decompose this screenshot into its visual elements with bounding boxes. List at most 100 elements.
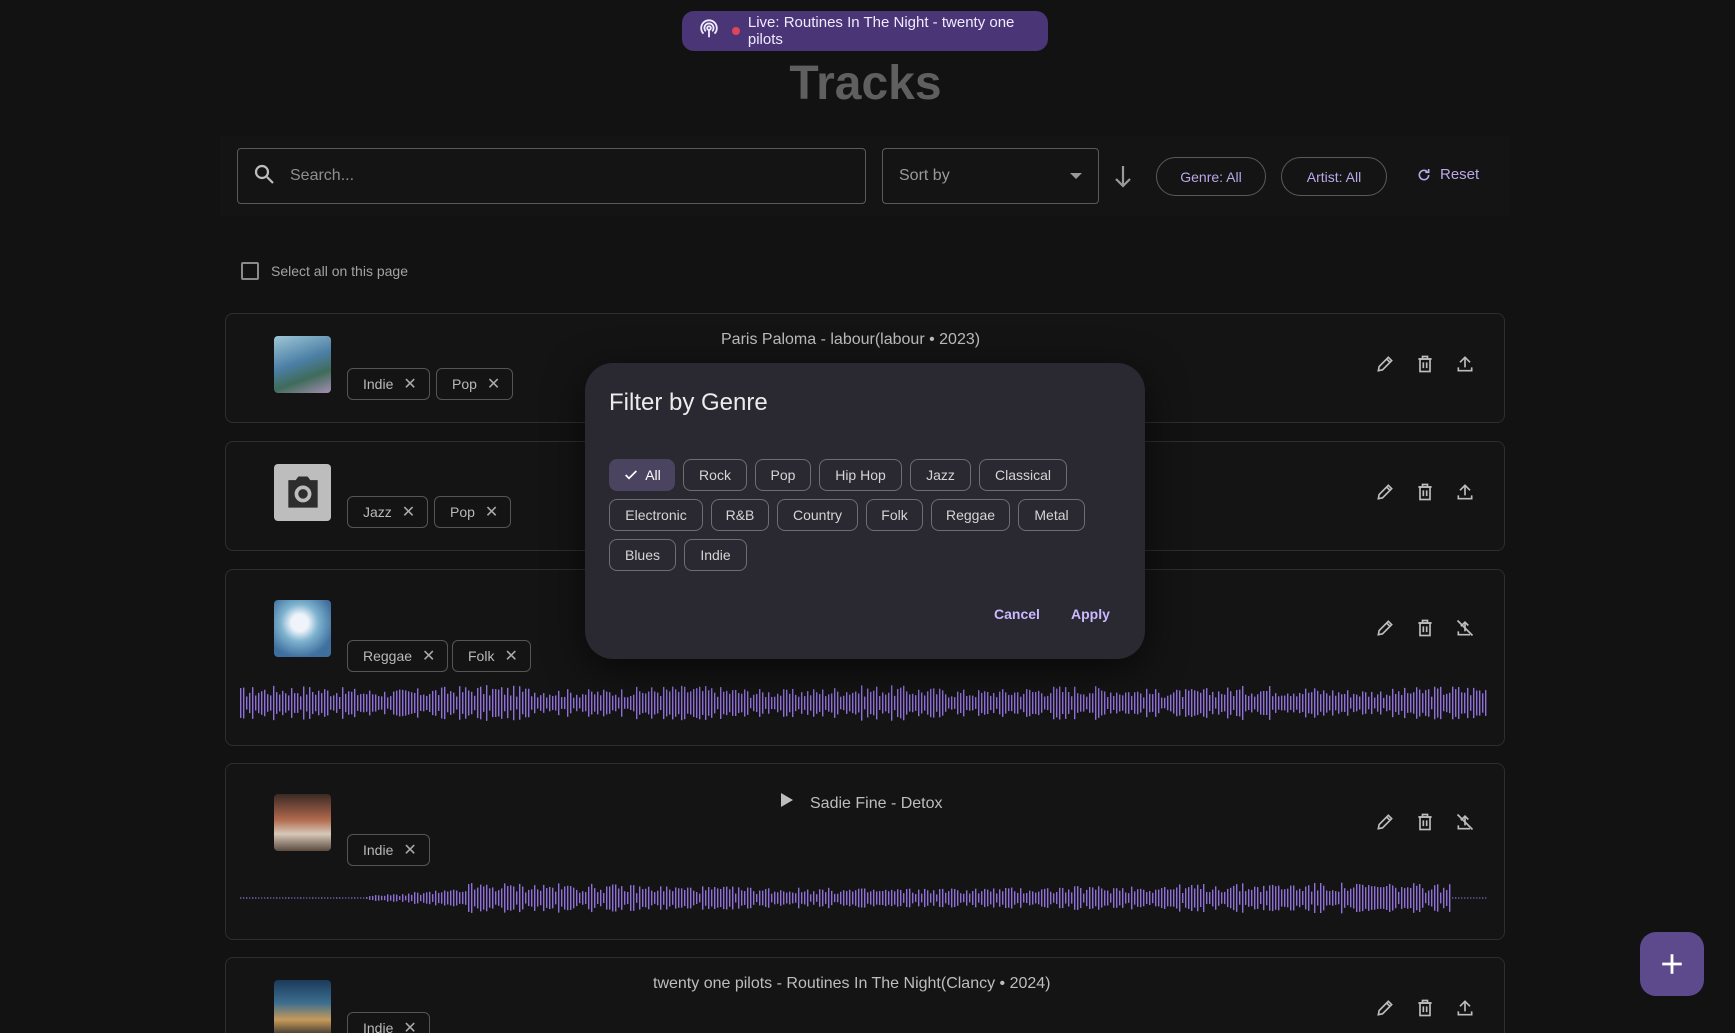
genre-chip-reggae[interactable]: Reggae [931, 499, 1010, 531]
genre-chip-blues[interactable]: Blues [609, 539, 676, 571]
waveform-bar [534, 885, 536, 911]
remove-tag-icon[interactable]: ✕ [403, 374, 416, 394]
waveform-bar [1332, 890, 1334, 906]
artist-filter-button[interactable]: Artist: All [1281, 157, 1387, 196]
plus-icon [1662, 954, 1682, 974]
waveform-bar [459, 686, 461, 720]
waveform-bar [1398, 891, 1400, 905]
waveform-bar [1266, 691, 1268, 715]
waveform-bar [939, 688, 941, 718]
play-icon[interactable] [780, 792, 794, 808]
remove-tag-icon[interactable]: ✕ [504, 646, 517, 666]
waveform-bar [1431, 889, 1433, 907]
waveform-bar [1227, 687, 1229, 719]
waveform-bar [306, 694, 308, 712]
waveform-bar [1389, 883, 1391, 913]
waveform-bar [1308, 692, 1310, 714]
remove-tag-icon[interactable]: ✕ [422, 646, 435, 666]
delete-icon[interactable] [1415, 482, 1435, 502]
waveform-bar [267, 694, 269, 712]
waveform-bar [885, 694, 887, 712]
waveform-bar [780, 695, 782, 711]
remove-tag-icon[interactable]: ✕ [487, 374, 500, 394]
waveform-bar [843, 695, 845, 711]
remove-tag-icon[interactable]: ✕ [485, 502, 498, 522]
waveform-bar [1008, 888, 1010, 908]
upload-icon[interactable] [1455, 482, 1475, 502]
waveform-bar [870, 691, 872, 715]
genre-chip-electronic[interactable]: Electronic [609, 499, 703, 531]
edit-icon[interactable] [1375, 354, 1395, 374]
waveform-bar [1215, 697, 1217, 709]
waveform-bar [591, 883, 593, 913]
genre-chip-pop[interactable]: Pop [755, 459, 811, 491]
genre-chip-all[interactable]: All [609, 459, 675, 491]
apply-button[interactable]: Apply [1071, 606, 1110, 622]
waveform-bar [435, 690, 437, 716]
sort-by-select[interactable]: Sort by [882, 148, 1099, 204]
genre-chip-rock[interactable]: Rock [683, 459, 747, 491]
waveform-bar [1083, 694, 1085, 712]
live-now-playing-banner[interactable]: Live: Routines In The Night - twenty one… [682, 11, 1048, 51]
genre-chip-classical[interactable]: Classical [979, 459, 1067, 491]
sort-direction-button[interactable] [1111, 162, 1135, 190]
upload-icon[interactable] [1455, 354, 1475, 374]
waveform[interactable] [240, 678, 1488, 728]
waveform-bar [1257, 694, 1259, 712]
genre-chip-indie[interactable]: Indie [684, 539, 747, 571]
genre-chip-r-b[interactable]: R&B [711, 499, 769, 531]
edit-icon[interactable] [1375, 998, 1395, 1018]
waveform-bar [1011, 887, 1013, 909]
waveform-bar [1422, 693, 1424, 713]
waveform-bar [1461, 692, 1463, 714]
waveform-bar [888, 692, 890, 714]
select-all-row[interactable]: Select all on this page [241, 262, 408, 280]
genre-tag: Pop ✕ [434, 496, 512, 528]
delete-icon[interactable] [1415, 812, 1435, 832]
select-all-checkbox[interactable] [241, 262, 259, 280]
waveform-bar [684, 889, 686, 907]
edit-icon[interactable] [1375, 618, 1395, 638]
genre-chip-hip-hop[interactable]: Hip Hop [819, 459, 902, 491]
upload-icon[interactable] [1455, 998, 1475, 1018]
delete-icon[interactable] [1415, 618, 1435, 638]
genre-chip-jazz[interactable]: Jazz [910, 459, 971, 491]
waveform-bar [1350, 888, 1352, 908]
waveform-bar [1386, 886, 1388, 910]
genre-chip-folk[interactable]: Folk [866, 499, 923, 531]
delete-icon[interactable] [1415, 998, 1435, 1018]
waveform-bar [696, 688, 698, 718]
waveform-bar [1317, 690, 1319, 716]
waveform-bar [480, 686, 482, 720]
remove-tag-icon[interactable]: ✕ [403, 1018, 416, 1033]
add-track-button[interactable] [1640, 932, 1704, 996]
remove-tag-icon[interactable]: ✕ [403, 840, 416, 860]
remove-tag-icon[interactable]: ✕ [402, 502, 415, 522]
waveform-bar [327, 897, 329, 899]
genre-chip-country[interactable]: Country [777, 499, 858, 531]
edit-icon[interactable] [1375, 812, 1395, 832]
delete-icon[interactable] [1415, 354, 1435, 374]
waveform-bar [1179, 690, 1181, 716]
waveform-bar [357, 695, 359, 711]
search-field[interactable] [237, 148, 866, 204]
waveform-bar [1389, 695, 1391, 711]
waveform-bar [1311, 891, 1313, 905]
search-input[interactable] [290, 167, 790, 185]
waveform-bar [261, 897, 263, 899]
upload-off-icon[interactable] [1455, 618, 1475, 638]
genre-filter-button[interactable]: Genre: All [1156, 157, 1266, 196]
reset-button[interactable]: Reset [1416, 166, 1479, 183]
waveform[interactable] [240, 873, 1488, 923]
waveform-bar [453, 692, 455, 714]
waveform-bar [597, 892, 599, 904]
waveform-bar [399, 689, 401, 717]
cancel-button[interactable]: Cancel [994, 606, 1040, 622]
upload-off-icon[interactable] [1455, 812, 1475, 832]
waveform-bar [813, 891, 815, 905]
waveform-bar [894, 695, 896, 711]
waveform-bar [1041, 889, 1043, 907]
genre-chip-metal[interactable]: Metal [1018, 499, 1085, 531]
edit-icon[interactable] [1375, 482, 1395, 502]
waveform-bar [975, 697, 977, 709]
